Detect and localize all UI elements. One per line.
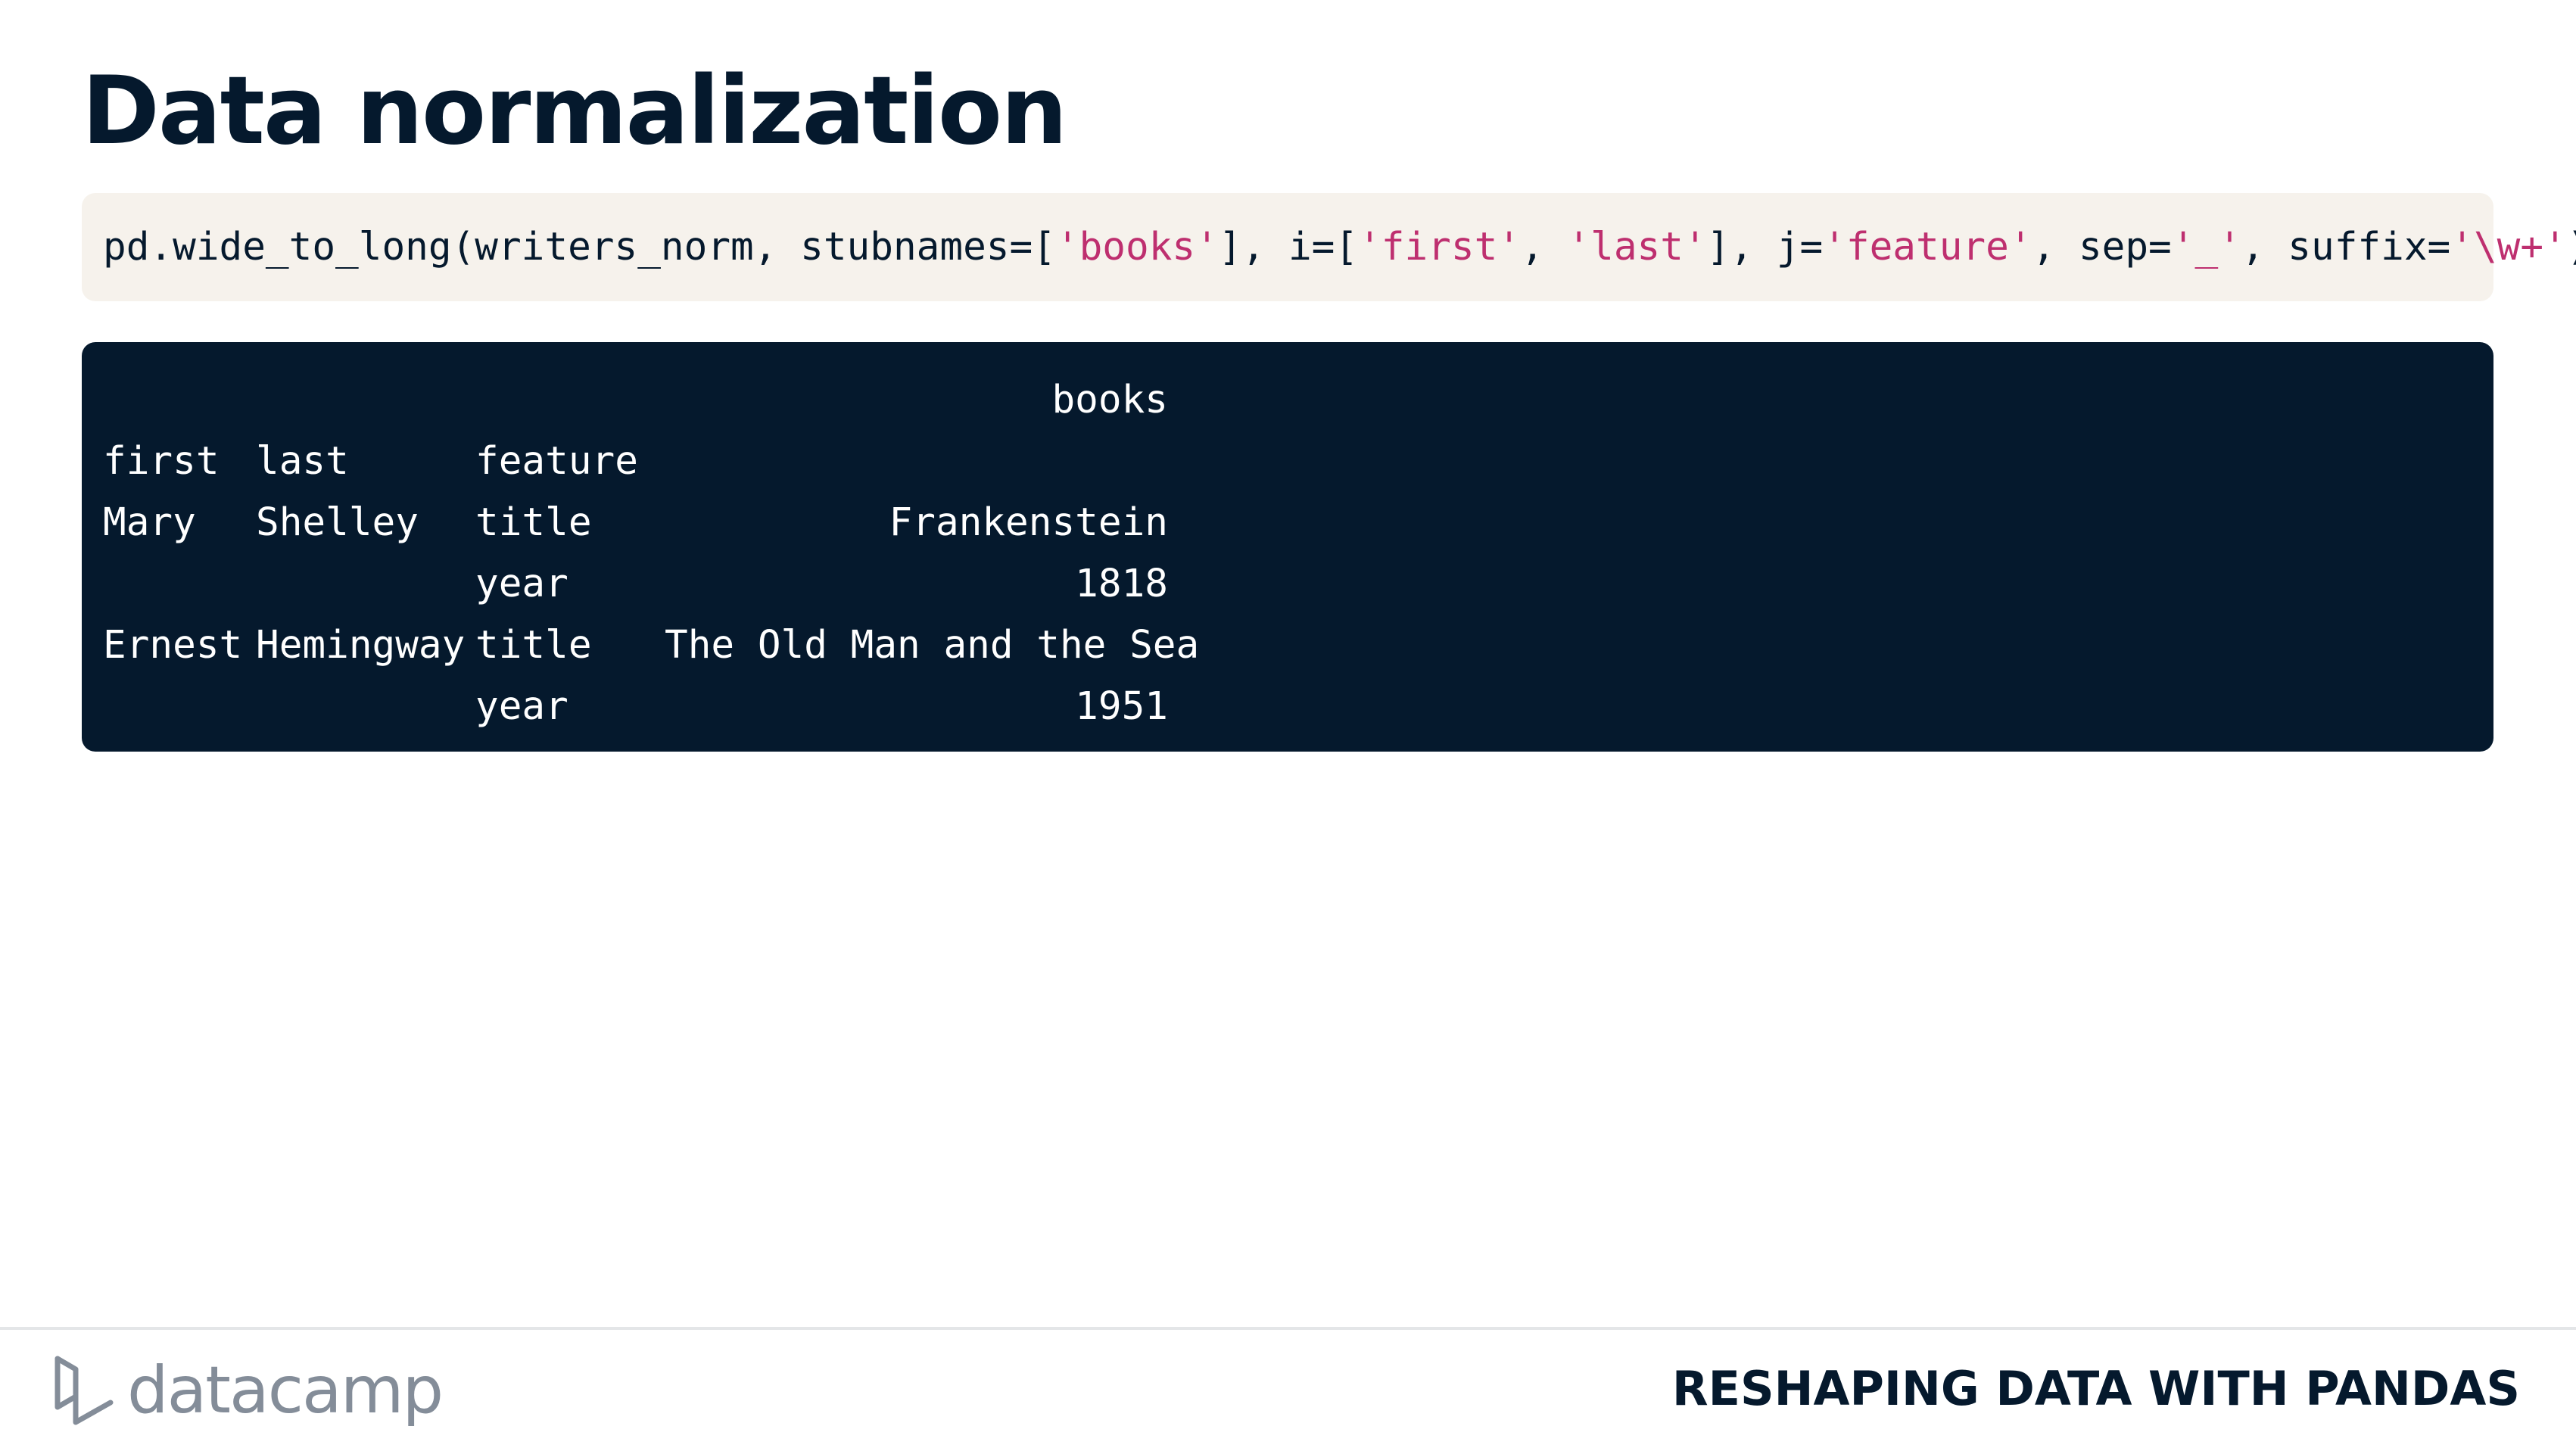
code-string: 'last' — [1567, 225, 1707, 269]
cell-last: Hemingway — [256, 623, 466, 668]
cell-feature: title — [475, 500, 592, 545]
cell-last — [256, 553, 475, 615]
index-name-first: first — [103, 439, 220, 484]
code-string: 'first' — [1358, 225, 1521, 269]
cell-books: 1818 — [1075, 562, 1168, 606]
output-column-header-row: books — [103, 369, 2493, 431]
cell-last — [256, 676, 475, 737]
code-string: '_' — [2171, 225, 2241, 269]
code-string: 'feature' — [1823, 225, 2032, 269]
cell-feature: title — [475, 623, 592, 668]
course-title: RESHAPING DATA WITH PANDAS — [1671, 1361, 2520, 1416]
code-segment: , sep= — [2032, 225, 2172, 269]
index-name-feature: feature — [475, 439, 638, 484]
datacamp-logo-icon — [55, 1356, 114, 1425]
datacamp-logo: datacamp — [53, 1349, 444, 1432]
code-segment: , — [1521, 225, 1568, 269]
output-block: books first last feature Mary Shelley ti… — [82, 342, 2493, 752]
cell-books: 1951 — [1075, 684, 1168, 729]
code-segment: , suffix= — [2241, 225, 2451, 269]
cell-last: Shelley — [256, 500, 419, 545]
code-segment: ) — [2567, 225, 2576, 269]
footer-divider — [0, 1327, 2576, 1330]
cell-books: Frankenstein — [889, 500, 1168, 545]
index-name-last: last — [256, 439, 349, 484]
code-block: pd.wide_to_long(writers_norm, stubnames=… — [82, 193, 2576, 301]
cell-first — [103, 553, 256, 615]
column-header-books: books — [1051, 378, 1168, 422]
output-row: Ernest Hemingway title The Old Man and t… — [103, 615, 2493, 676]
cell-first: Mary — [103, 500, 196, 545]
output-row: year 1951 — [103, 676, 2493, 737]
code-string: 'books' — [1055, 225, 1219, 269]
cell-books: The Old Man and the Sea — [665, 623, 1200, 668]
logo-text: datacamp — [127, 1353, 444, 1428]
output-row: year 1818 — [103, 553, 2493, 615]
code-segment: pd.wide_to_long(writers_norm, stubnames=… — [103, 225, 1056, 269]
code-segment: ], j= — [1706, 225, 1824, 269]
code-string: '\w+' — [2450, 225, 2567, 269]
cell-first: Ernest — [103, 623, 243, 668]
cell-first — [103, 676, 256, 737]
output-row: Mary Shelley title Frankenstein — [103, 492, 2493, 553]
code-segment: ], i=[ — [1218, 225, 1359, 269]
cell-feature: year — [475, 562, 568, 606]
slide-title: Data normalization — [82, 57, 1067, 166]
output-index-names-row: first last feature — [103, 431, 2493, 492]
cell-feature: year — [475, 684, 568, 729]
